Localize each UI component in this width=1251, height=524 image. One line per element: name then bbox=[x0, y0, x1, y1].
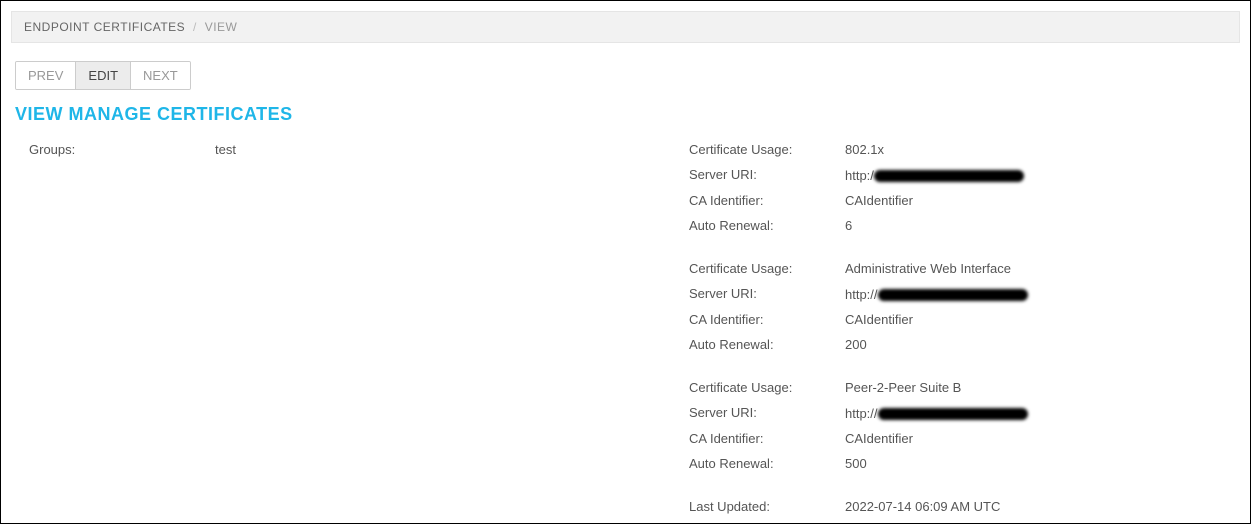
last-updated-row: Last Updated: 2022-07-14 06:09 AM UTC bbox=[675, 494, 1236, 519]
groups-row: Groups: test bbox=[15, 137, 675, 162]
ca-identifier-row: CA Identifier: CAIdentifier bbox=[675, 426, 1236, 451]
edit-button[interactable]: EDIT bbox=[76, 62, 131, 89]
ca-identifier-value: CAIdentifier bbox=[845, 312, 1236, 327]
toolbar: PREV EDIT NEXT bbox=[15, 61, 191, 90]
groups-value: test bbox=[215, 142, 675, 157]
cert-usage-value: Administrative Web Interface bbox=[845, 261, 1236, 276]
server-uri-label: Server URI: bbox=[675, 167, 845, 183]
breadcrumb-sub: VIEW bbox=[205, 20, 238, 34]
auto-renewal-label: Auto Renewal: bbox=[675, 456, 845, 471]
last-updated-label: Last Updated: bbox=[675, 499, 845, 514]
ca-identifier-label: CA Identifier: bbox=[675, 193, 845, 208]
ca-identifier-label: CA Identifier: bbox=[675, 431, 845, 446]
cert-usage-label: Certificate Usage: bbox=[675, 142, 845, 157]
page-title: VIEW MANAGE CERTIFICATES bbox=[15, 104, 1250, 125]
auto-renewal-label: Auto Renewal: bbox=[675, 218, 845, 233]
content: Groups: test Certificate Usage: 802.1x S… bbox=[1, 137, 1250, 519]
ca-identifier-value: CAIdentifier bbox=[845, 193, 1236, 208]
ca-identifier-row: CA Identifier: CAIdentifier bbox=[675, 307, 1236, 332]
auto-renewal-value: 500 bbox=[845, 456, 1236, 471]
cert-usage-label: Certificate Usage: bbox=[675, 261, 845, 276]
auto-renewal-value: 6 bbox=[845, 218, 1236, 233]
uri-prefix: http:// bbox=[845, 406, 878, 421]
breadcrumb-separator: / bbox=[193, 20, 197, 34]
redacted-uri bbox=[878, 289, 1028, 301]
server-uri-row: Server URI: http:/ bbox=[675, 162, 1236, 188]
auto-renewal-label: Auto Renewal: bbox=[675, 337, 845, 352]
cert-usage-row: Certificate Usage: Peer-2-Peer Suite B bbox=[675, 375, 1236, 400]
uri-prefix: http:// bbox=[845, 287, 878, 302]
server-uri-row: Server URI: http:// bbox=[675, 400, 1236, 426]
server-uri-value: http:/ bbox=[845, 167, 1236, 183]
ca-identifier-row: CA Identifier: CAIdentifier bbox=[675, 188, 1236, 213]
breadcrumb: ENDPOINT CERTIFICATES / VIEW bbox=[11, 11, 1240, 43]
cert-usage-row: Certificate Usage: Administrative Web In… bbox=[675, 256, 1236, 281]
redacted-uri bbox=[878, 408, 1028, 420]
cert-usage-value: 802.1x bbox=[845, 142, 1236, 157]
server-uri-label: Server URI: bbox=[675, 286, 845, 302]
server-uri-row: Server URI: http:// bbox=[675, 281, 1236, 307]
cert-usage-row: Certificate Usage: 802.1x bbox=[675, 137, 1236, 162]
server-uri-value: http:// bbox=[845, 286, 1236, 302]
server-uri-label: Server URI: bbox=[675, 405, 845, 421]
left-column: Groups: test bbox=[15, 137, 675, 519]
ca-identifier-value: CAIdentifier bbox=[845, 431, 1236, 446]
redacted-uri bbox=[874, 170, 1024, 182]
cert-usage-value: Peer-2-Peer Suite B bbox=[845, 380, 1236, 395]
last-updated-value: 2022-07-14 06:09 AM UTC bbox=[845, 499, 1236, 514]
prev-button[interactable]: PREV bbox=[16, 62, 76, 89]
right-column: Certificate Usage: 802.1x Server URI: ht… bbox=[675, 137, 1236, 519]
auto-renewal-row: Auto Renewal: 500 bbox=[675, 451, 1236, 476]
auto-renewal-row: Auto Renewal: 200 bbox=[675, 332, 1236, 357]
breadcrumb-main[interactable]: ENDPOINT CERTIFICATES bbox=[24, 20, 185, 34]
cert-usage-label: Certificate Usage: bbox=[675, 380, 845, 395]
auto-renewal-value: 200 bbox=[845, 337, 1236, 352]
next-button[interactable]: NEXT bbox=[131, 62, 190, 89]
auto-renewal-row: Auto Renewal: 6 bbox=[675, 213, 1236, 238]
groups-label: Groups: bbox=[15, 142, 215, 157]
server-uri-value: http:// bbox=[845, 405, 1236, 421]
uri-prefix: http:/ bbox=[845, 168, 874, 183]
ca-identifier-label: CA Identifier: bbox=[675, 312, 845, 327]
